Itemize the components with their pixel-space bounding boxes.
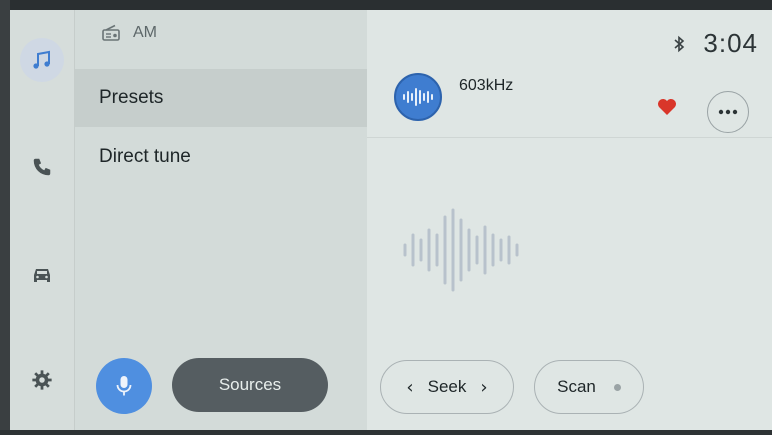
menu-item-direct-tune[interactable]: Direct tune [75, 128, 367, 186]
scan-label: Scan [557, 377, 596, 396]
menu-item-label: Direct tune [99, 146, 191, 167]
band-header: AM [101, 24, 157, 42]
now-playing-row: 603kHz [367, 65, 772, 138]
car-icon [34, 269, 50, 282]
audio-waveform-art [403, 208, 519, 292]
voice-assistant-button[interactable] [96, 358, 152, 414]
display-bezel-bottom [0, 430, 772, 435]
status-bar: 3:04 [673, 28, 758, 59]
menu-item-label: Presets [99, 87, 164, 108]
seek-label: Seek [427, 377, 467, 396]
display-bezel-top [0, 0, 772, 10]
nav-phone-button[interactable] [20, 145, 64, 189]
radio-icon [102, 24, 120, 41]
now-playing-panel: 3:04 603kHz ‹ Seek › Scan [367, 10, 772, 430]
seek-button[interactable]: ‹ Seek › [380, 360, 514, 414]
station-logo [394, 73, 442, 121]
more-horizontal-icon [718, 109, 738, 115]
more-options-button[interactable] [707, 91, 749, 133]
nav-car-button[interactable] [20, 253, 64, 297]
infotainment-screen: AM Presets Direct tune Sources 3:04 603k… [10, 10, 772, 430]
scan-indicator-dot [613, 383, 621, 391]
chevron-left-icon[interactable]: ‹ [406, 377, 413, 398]
music-note-icon [33, 50, 50, 69]
sources-label: Sources [218, 375, 282, 394]
bluetooth-icon [674, 35, 685, 52]
menu-item-presets[interactable]: Presets [75, 69, 367, 127]
microphone-icon [116, 376, 132, 396]
gear-icon [32, 370, 52, 390]
station-frequency: 603kHz [459, 77, 514, 94]
scan-button[interactable]: Scan [534, 360, 644, 414]
chevron-right-icon[interactable]: › [480, 377, 487, 398]
favorite-heart-icon[interactable] [657, 98, 677, 116]
source-menu-panel: AM Presets Direct tune Sources [75, 10, 367, 430]
display-bezel-left [0, 0, 10, 435]
sources-button[interactable]: Sources [172, 358, 328, 412]
waveform-icon [403, 88, 433, 106]
nav-rail [10, 10, 75, 430]
band-label: AM [133, 24, 157, 41]
phone-icon [33, 158, 51, 176]
nav-media-button[interactable] [20, 38, 64, 82]
nav-settings-button[interactable] [20, 358, 64, 402]
clock: 3:04 [703, 28, 758, 58]
